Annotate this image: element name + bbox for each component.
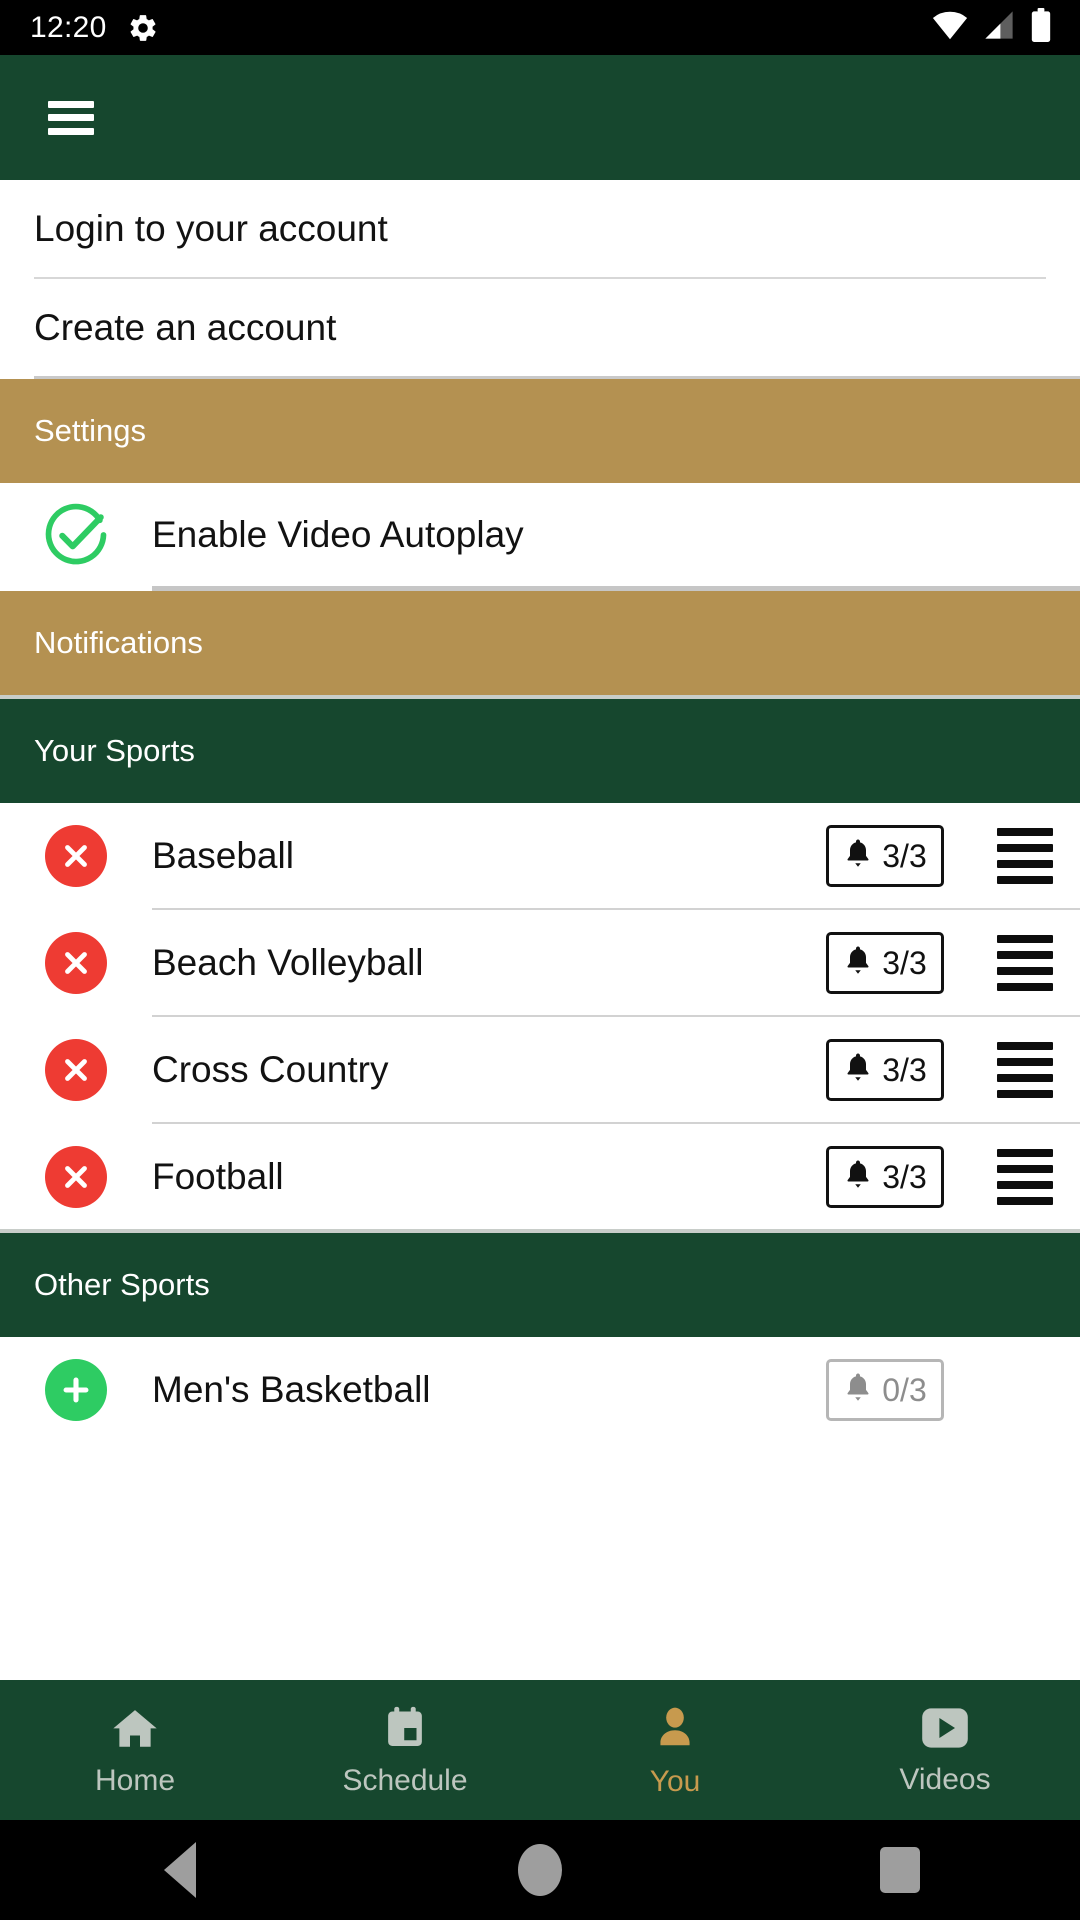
nav-item-schedule[interactable]: Schedule — [270, 1705, 540, 1796]
remove-sport-button[interactable] — [0, 1038, 152, 1101]
nav-item-schedule-label: Schedule — [342, 1763, 468, 1797]
android-system-nav — [0, 1820, 1080, 1920]
home-circle-icon — [518, 1844, 562, 1896]
create-account-item[interactable]: Create an account — [0, 279, 1080, 376]
phone-screen: 12:20 Login to your account Create an ac… — [0, 0, 1080, 1920]
remove-sport-button[interactable] — [0, 824, 152, 887]
notification-count-label: 3/3 — [882, 944, 927, 981]
home-icon — [110, 1705, 160, 1756]
add-sport-button[interactable] — [0, 1358, 152, 1421]
hamburger-menu-icon[interactable] — [48, 100, 94, 135]
table-row[interactable]: Baseball 3/3 — [0, 803, 1080, 908]
your-sports-section-label: Your Sports — [34, 733, 195, 768]
close-icon — [45, 824, 107, 887]
check-circle-icon[interactable] — [0, 502, 152, 568]
sport-name-label: Football — [152, 1155, 284, 1197]
nav-item-home[interactable]: Home — [0, 1705, 270, 1796]
drag-handle-icon — [997, 827, 1053, 884]
nav-item-home-label: Home — [94, 1763, 176, 1797]
status-bar: 12:20 — [0, 0, 1080, 55]
drag-handle-icon — [997, 934, 1053, 991]
table-row[interactable]: Cross Country 3/3 — [0, 1017, 1080, 1122]
bottom-navigation-bar: Home Schedule You Videos — [0, 1680, 1080, 1820]
bell-icon — [843, 1370, 873, 1409]
close-icon — [45, 931, 107, 994]
notification-count-button[interactable]: 3/3 — [826, 931, 944, 994]
bell-icon — [843, 1157, 873, 1196]
battery-icon — [1030, 8, 1052, 47]
notification-count-label: 3/3 — [882, 1158, 927, 1195]
drag-handle-icon — [997, 1148, 1053, 1205]
nav-item-you-label: You — [649, 1764, 701, 1798]
app-bar — [0, 55, 1080, 180]
sport-name-label: Cross Country — [152, 1048, 389, 1090]
notification-count-label: 3/3 — [882, 1051, 927, 1088]
other-sports-section-label: Other Sports — [34, 1267, 210, 1302]
back-triangle-icon — [164, 1842, 196, 1898]
remove-sport-button[interactable] — [0, 931, 152, 994]
recents-square-icon — [880, 1847, 920, 1893]
nav-item-you[interactable]: You — [540, 1704, 810, 1797]
notification-count-button[interactable]: 3/3 — [826, 824, 944, 887]
enable-video-autoplay-label: Enable Video Autoplay — [152, 513, 524, 555]
cellular-signal-icon — [982, 10, 1016, 45]
person-icon — [652, 1704, 698, 1757]
table-row[interactable]: Beach Volleyball 3/3 — [0, 910, 1080, 1015]
bell-icon — [843, 943, 873, 982]
bell-icon — [843, 1050, 873, 1089]
close-icon — [45, 1038, 107, 1101]
settings-section-label: Settings — [34, 413, 147, 448]
notifications-section-header: Notifications — [0, 591, 1080, 695]
reorder-sport-handle[interactable] — [970, 827, 1080, 884]
system-recents-button[interactable] — [765, 1847, 1035, 1893]
status-gear-icon — [127, 12, 159, 44]
status-time: 12:20 — [30, 10, 107, 44]
remove-sport-button[interactable] — [0, 1145, 152, 1208]
wifi-icon — [932, 10, 968, 45]
notification-count-button[interactable]: 0/3 — [826, 1358, 944, 1421]
sport-name-label: Beach Volleyball — [152, 941, 424, 983]
nav-item-videos[interactable]: Videos — [810, 1706, 1080, 1795]
sport-name-label: Baseball — [152, 834, 294, 876]
settings-section-header: Settings — [0, 379, 1080, 483]
sport-name-label: Men's Basketball — [152, 1368, 431, 1410]
notification-count-button[interactable]: 3/3 — [826, 1038, 944, 1101]
video-play-icon — [919, 1706, 971, 1755]
status-right-icons — [932, 8, 1052, 47]
reorder-sport-handle[interactable] — [970, 1041, 1080, 1098]
close-icon — [45, 1145, 107, 1208]
notification-count-label: 3/3 — [882, 837, 927, 874]
reorder-sport-handle[interactable] — [970, 934, 1080, 991]
drag-handle-icon — [997, 1041, 1053, 1098]
login-to-account-item[interactable]: Login to your account — [0, 180, 1080, 277]
enable-video-autoplay-row[interactable]: Enable Video Autoplay — [0, 483, 1080, 586]
nav-item-videos-label: Videos — [899, 1762, 991, 1796]
notification-count-button[interactable]: 3/3 — [826, 1145, 944, 1208]
settings-scroll-content[interactable]: Login to your account Create an account … — [0, 180, 1080, 1920]
calendar-icon — [382, 1705, 428, 1756]
login-to-account-label: Login to your account — [34, 207, 388, 249]
bell-icon — [843, 836, 873, 875]
system-home-button[interactable] — [405, 1844, 675, 1896]
notifications-section-label: Notifications — [34, 625, 203, 660]
your-sports-section-header: Your Sports — [0, 699, 1080, 803]
table-row[interactable]: Men's Basketball 0/3 — [0, 1337, 1080, 1442]
system-back-button[interactable] — [45, 1842, 315, 1898]
other-sports-section-header: Other Sports — [0, 1233, 1080, 1337]
create-account-label: Create an account — [34, 306, 337, 348]
table-row[interactable]: Football 3/3 — [0, 1124, 1080, 1229]
plus-icon — [45, 1358, 107, 1421]
notification-count-label: 0/3 — [882, 1371, 927, 1408]
reorder-sport-handle[interactable] — [970, 1148, 1080, 1205]
